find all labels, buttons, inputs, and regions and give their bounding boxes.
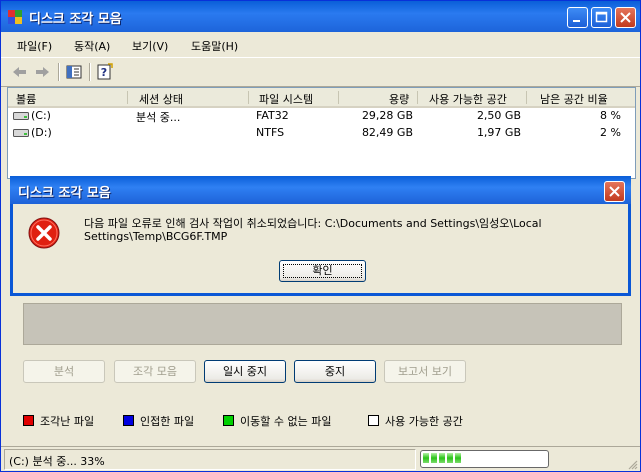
focus-rect: [283, 264, 362, 278]
analyze-button[interactable]: 분석: [23, 360, 105, 383]
toolbar-separator: [89, 63, 91, 81]
close-icon: [620, 12, 631, 23]
volume-name: (D:): [31, 126, 52, 139]
volume-capacity: 82,49 GB: [361, 126, 413, 139]
volume-name: (C:): [31, 109, 51, 122]
status-bar: (C:) 분석 중... 33%: [1, 446, 640, 472]
volume-list-header: 볼륨 세션 상태 파일 시스템 용량 사용 가능한 공간 남은 공간 비율: [8, 88, 635, 108]
progress-block: [439, 453, 445, 463]
error-dialog: 디스크 조각 모음 다음 파일 오류로 인해 검사 작업이 취소되었습니다: C…: [10, 176, 631, 296]
maximize-button[interactable]: [591, 7, 612, 28]
progress-block: [455, 453, 461, 463]
close-icon: [609, 186, 620, 197]
dialog-message: 다음 파일 오류로 인해 검사 작업이 취소되었습니다: C:\Document…: [84, 217, 542, 243]
help-icon[interactable]: ?: [94, 62, 116, 82]
legend-swatch-unmovable: [223, 415, 234, 426]
legend-label-unmovable: 이동할 수 없는 파일: [240, 415, 332, 428]
error-icon: [28, 217, 60, 249]
maximize-icon: [595, 11, 608, 23]
show-hide-console-tree-icon[interactable]: [63, 62, 85, 82]
volume-row[interactable]: (C:) 분석 중... FAT32 29,28 GB 2,50 GB 8 %: [8, 107, 635, 124]
column-header-volume[interactable]: 볼륨: [16, 91, 36, 107]
dialog-ok-button[interactable]: 확인: [279, 260, 366, 282]
progress-block: [423, 453, 429, 463]
progress-block: [447, 453, 453, 463]
title-bar[interactable]: 디스크 조각 모음: [1, 1, 640, 32]
close-button[interactable]: [615, 7, 636, 28]
stop-button[interactable]: 중지: [294, 360, 376, 383]
status-pane: (C:) 분석 중... 33%: [4, 449, 416, 470]
header-divider: [127, 91, 128, 104]
legend-label-free-space: 사용 가능한 공간: [385, 415, 463, 428]
column-header-status[interactable]: 세션 상태: [139, 91, 183, 107]
volume-free-space: 2,50 GB: [476, 109, 521, 122]
minimize-icon: [573, 20, 580, 22]
header-divider: [417, 91, 418, 104]
menu-view[interactable]: 보기(V): [132, 38, 168, 54]
hard-drive-icon: [13, 129, 29, 137]
legend-label-fragmented: 조각난 파일: [40, 415, 95, 428]
toolbar: ?: [1, 57, 640, 87]
window-title: 디스크 조각 모음: [29, 12, 122, 27]
column-header-capacity[interactable]: 용량: [389, 91, 409, 107]
back-arrow-icon[interactable]: [9, 62, 31, 82]
status-progress-bar: [420, 450, 549, 468]
estimated-disk-usage-display: [23, 303, 622, 345]
dialog-title-bar[interactable]: 디스크 조각 모음: [10, 176, 631, 204]
forward-arrow-icon[interactable]: [31, 62, 53, 82]
menu-file[interactable]: 파일(F): [17, 38, 52, 54]
status-text: (C:) 분석 중... 33%: [9, 455, 105, 468]
volume-free-space: 1,97 GB: [476, 126, 521, 139]
volume-capacity: 29,28 GB: [361, 109, 413, 122]
volume-session-status: 분석 중...: [136, 111, 181, 124]
volume-filesystem: NTFS: [256, 126, 285, 139]
volume-percent-free: 2 %: [600, 126, 621, 139]
header-divider: [526, 91, 527, 104]
resize-grip-icon[interactable]: [626, 458, 638, 470]
legend-swatch-free-space: [368, 415, 379, 426]
volume-row[interactable]: (D:) NTFS 82,49 GB 1,97 GB 2 %: [8, 124, 635, 141]
dialog-title: 디스크 조각 모음: [18, 186, 111, 201]
legend-label-contiguous: 인접한 파일: [140, 415, 195, 428]
column-header-free-space[interactable]: 사용 가능한 공간: [429, 91, 507, 107]
volume-list[interactable]: 볼륨 세션 상태 파일 시스템 용량 사용 가능한 공간 남은 공간 비율 (C…: [7, 87, 636, 179]
legend-swatch-contiguous: [123, 415, 134, 426]
column-header-filesystem[interactable]: 파일 시스템: [259, 91, 313, 107]
minimize-button[interactable]: [567, 7, 588, 28]
dialog-close-button[interactable]: [604, 181, 625, 202]
header-divider: [338, 91, 339, 104]
toolbar-separator: [58, 63, 60, 81]
svg-text:?: ?: [101, 66, 107, 79]
view-report-button[interactable]: 보고서 보기: [384, 360, 466, 383]
volume-percent-free: 8 %: [600, 109, 621, 122]
progress-block: [431, 453, 437, 463]
hard-drive-icon: [13, 112, 29, 120]
menu-bar: 파일(F) 동작(A) 보기(V) 도움말(H): [1, 32, 640, 56]
column-header-percent-free[interactable]: 남은 공간 비율: [540, 91, 608, 107]
legend-swatch-fragmented: [23, 415, 34, 426]
menu-help[interactable]: 도움말(H): [191, 38, 238, 54]
volume-filesystem: FAT32: [256, 109, 289, 122]
menu-action[interactable]: 동작(A): [74, 38, 110, 54]
header-divider: [248, 91, 249, 104]
defrag-app-icon: [8, 10, 22, 24]
pause-button[interactable]: 일시 중지: [204, 360, 286, 383]
defragment-button[interactable]: 조각 모음: [114, 360, 196, 383]
